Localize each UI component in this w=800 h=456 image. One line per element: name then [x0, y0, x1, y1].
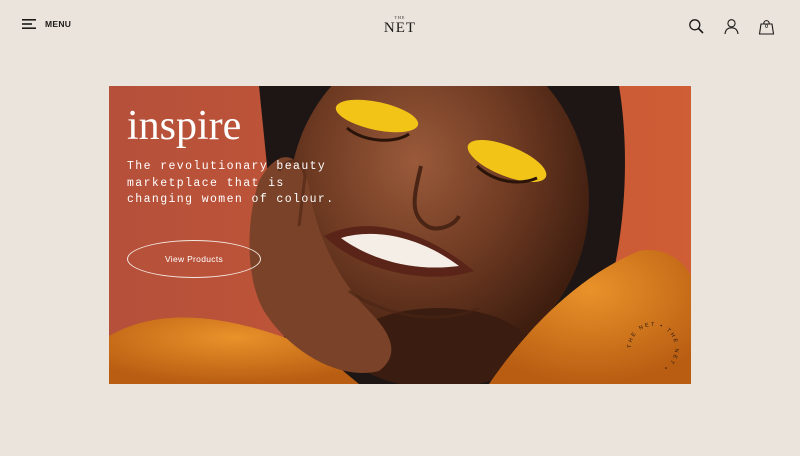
logo-main-text: NET — [383, 20, 417, 36]
shopping-bag-button[interactable]: 0 — [758, 18, 775, 35]
hero-title: inspire — [127, 103, 242, 149]
menu-button[interactable]: MENU — [22, 19, 71, 29]
header-icons: 0 — [688, 18, 775, 35]
hamburger-icon — [22, 19, 36, 29]
the-net-logo[interactable]: THE NET — [380, 16, 420, 37]
account-icon[interactable] — [723, 18, 740, 35]
svg-text:THE NET • THE NET •: THE NET • THE NET • — [627, 322, 679, 371]
bag-count: 0 — [765, 24, 768, 30]
top-navigation: MENU THE NET 0 — [0, 0, 800, 54]
view-products-button[interactable]: View Products — [127, 240, 261, 278]
search-icon[interactable] — [688, 18, 705, 35]
menu-label: MENU — [45, 19, 72, 29]
the-net-circular-badge: THE NET • THE NET • — [627, 322, 679, 371]
badge-text: THE NET • THE NET • — [627, 322, 677, 371]
hero-subtitle: The revolutionary beauty marketplace tha… — [127, 160, 335, 206]
hero-banner: inspire The revolutionary beauty marketp… — [109, 86, 691, 384]
